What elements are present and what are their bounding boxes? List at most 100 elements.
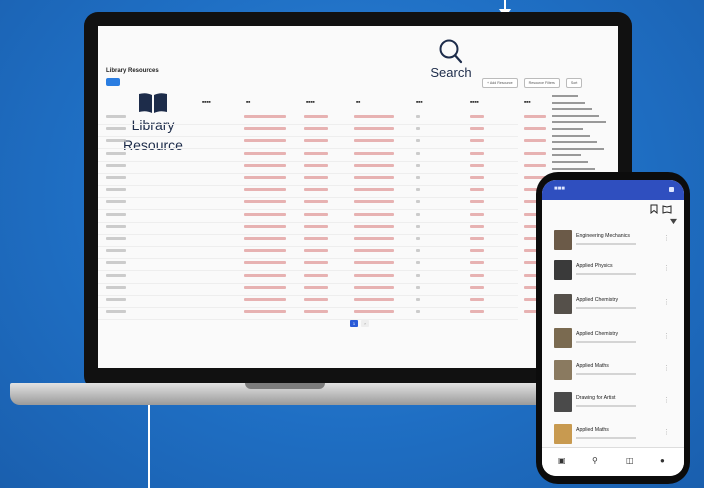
table-cell xyxy=(470,115,484,118)
phone-status-icon xyxy=(669,187,674,192)
table-row[interactable] xyxy=(98,246,546,260)
table-cell xyxy=(470,176,484,179)
book-icon[interactable] xyxy=(662,204,672,214)
table-row[interactable] xyxy=(98,222,546,235)
table-cell xyxy=(106,310,126,314)
toolbar: + Add Resource Resource Filters Sort xyxy=(482,78,583,88)
table-cell xyxy=(106,224,126,228)
table-cell xyxy=(354,115,394,118)
table-row[interactable] xyxy=(98,307,546,321)
more-icon[interactable]: ⋮ xyxy=(663,364,670,372)
phone-list-item[interactable]: Applied Physics ⋮ xyxy=(542,256,684,288)
table-cell xyxy=(304,310,328,314)
table-row[interactable] xyxy=(98,185,546,199)
table-row[interactable] xyxy=(98,136,546,150)
table-row[interactable] xyxy=(98,210,546,223)
table-row[interactable] xyxy=(98,271,546,284)
table-cell xyxy=(416,212,420,216)
table-cell xyxy=(470,212,484,216)
nav-home-icon[interactable]: ▣ xyxy=(558,456,566,465)
table-cell xyxy=(106,151,126,155)
filter-item[interactable] xyxy=(552,107,614,114)
table-cell xyxy=(416,273,420,277)
table-cell xyxy=(524,139,546,143)
phone-list-item[interactable]: Applied Chemistry ⋮ xyxy=(542,290,684,322)
add-resource-button[interactable]: + Add Resource xyxy=(482,78,518,88)
table-row[interactable] xyxy=(98,173,546,186)
table-header: ■■■■ ■■ ■■■■ ■■ ■■■ ■■■■ ■■■ xyxy=(98,100,531,108)
table-row[interactable] xyxy=(98,283,546,296)
phone-list-item[interactable]: Applied Chemistry ⋮ xyxy=(542,324,684,356)
table-cell xyxy=(354,249,394,253)
table-cell xyxy=(470,310,484,314)
table-header-cell: ■■ xyxy=(356,100,361,104)
phone-item-subtitle xyxy=(576,405,636,407)
more-icon[interactable]: ⋮ xyxy=(663,428,670,436)
pagination: 1 › xyxy=(350,320,369,327)
book-cover-thumbnail xyxy=(554,294,572,314)
filter-item[interactable] xyxy=(552,140,614,147)
table-cell xyxy=(304,285,328,289)
table-cell xyxy=(244,224,286,228)
book-cover-thumbnail xyxy=(554,230,572,250)
filter-item[interactable] xyxy=(552,147,614,154)
more-icon[interactable]: ⋮ xyxy=(663,264,670,272)
more-icon[interactable]: ⋮ xyxy=(663,396,670,404)
more-icon[interactable]: ⋮ xyxy=(663,234,670,242)
sort-button[interactable]: Sort xyxy=(565,78,583,88)
more-icon[interactable]: ⋮ xyxy=(663,298,670,306)
table-row[interactable] xyxy=(98,161,546,174)
filter-item[interactable] xyxy=(552,114,614,121)
table-cell xyxy=(106,298,126,301)
table-header-cell: ■■ xyxy=(246,100,251,104)
phone-list-item[interactable]: Engineering Mechanics ⋮ xyxy=(542,226,684,258)
phone-item-title: Engineering Mechanics xyxy=(576,233,630,239)
table-row[interactable] xyxy=(98,149,546,162)
table-cell xyxy=(304,298,328,301)
filter-item[interactable] xyxy=(552,153,614,160)
table-cell xyxy=(354,188,394,192)
more-icon[interactable]: ⋮ xyxy=(663,332,670,340)
table-cell xyxy=(304,200,328,204)
table-cell xyxy=(416,151,420,155)
table-header-cell: ■■■■ xyxy=(306,100,315,104)
table-row[interactable] xyxy=(98,234,546,247)
table-cell xyxy=(244,261,286,265)
filter-item[interactable] xyxy=(552,101,614,108)
phone-list-item[interactable]: Applied Maths ⋮ xyxy=(542,356,684,388)
resource-filters-button[interactable]: Resource Filters xyxy=(523,78,560,88)
filter-item[interactable] xyxy=(552,120,614,127)
table-cell xyxy=(416,127,420,131)
table-cell xyxy=(470,224,484,228)
nav-search-icon[interactable]: ⚲ xyxy=(592,456,598,465)
table-cell xyxy=(244,163,286,167)
bookmark-icon[interactable] xyxy=(650,204,658,214)
page-button-next[interactable]: › xyxy=(361,320,369,327)
table-header-cell: ■■■■ xyxy=(202,100,211,104)
table-row[interactable] xyxy=(98,295,546,308)
table-row[interactable] xyxy=(98,112,546,125)
table-cell xyxy=(354,237,394,240)
filter-icon[interactable] xyxy=(670,218,677,225)
nav-profile-icon[interactable]: ● xyxy=(660,456,665,465)
table-cell xyxy=(354,151,394,155)
table-cell xyxy=(244,273,286,277)
filter-item[interactable] xyxy=(552,94,614,101)
table-cell xyxy=(470,261,484,265)
table-cell xyxy=(244,285,286,289)
table-cell xyxy=(304,115,328,118)
table-cell xyxy=(416,188,420,192)
filter-item[interactable] xyxy=(552,160,614,167)
filter-item[interactable] xyxy=(552,134,614,141)
nav-library-icon[interactable]: ◫ xyxy=(626,456,634,465)
table-row[interactable] xyxy=(98,124,546,138)
phone-list-item[interactable]: Drawing for Artist ⋮ xyxy=(542,388,684,420)
table-row[interactable] xyxy=(98,197,546,211)
filter-item[interactable] xyxy=(552,127,614,134)
book-cover-thumbnail xyxy=(554,260,572,280)
phone-bottom-nav: ▣ ⚲ ◫ ● xyxy=(542,447,684,476)
table-row[interactable] xyxy=(98,258,546,272)
search-widget[interactable]: Search xyxy=(428,38,474,80)
page-button-current[interactable]: 1 xyxy=(350,320,358,327)
phone-item-title: Applied Maths xyxy=(576,363,609,369)
